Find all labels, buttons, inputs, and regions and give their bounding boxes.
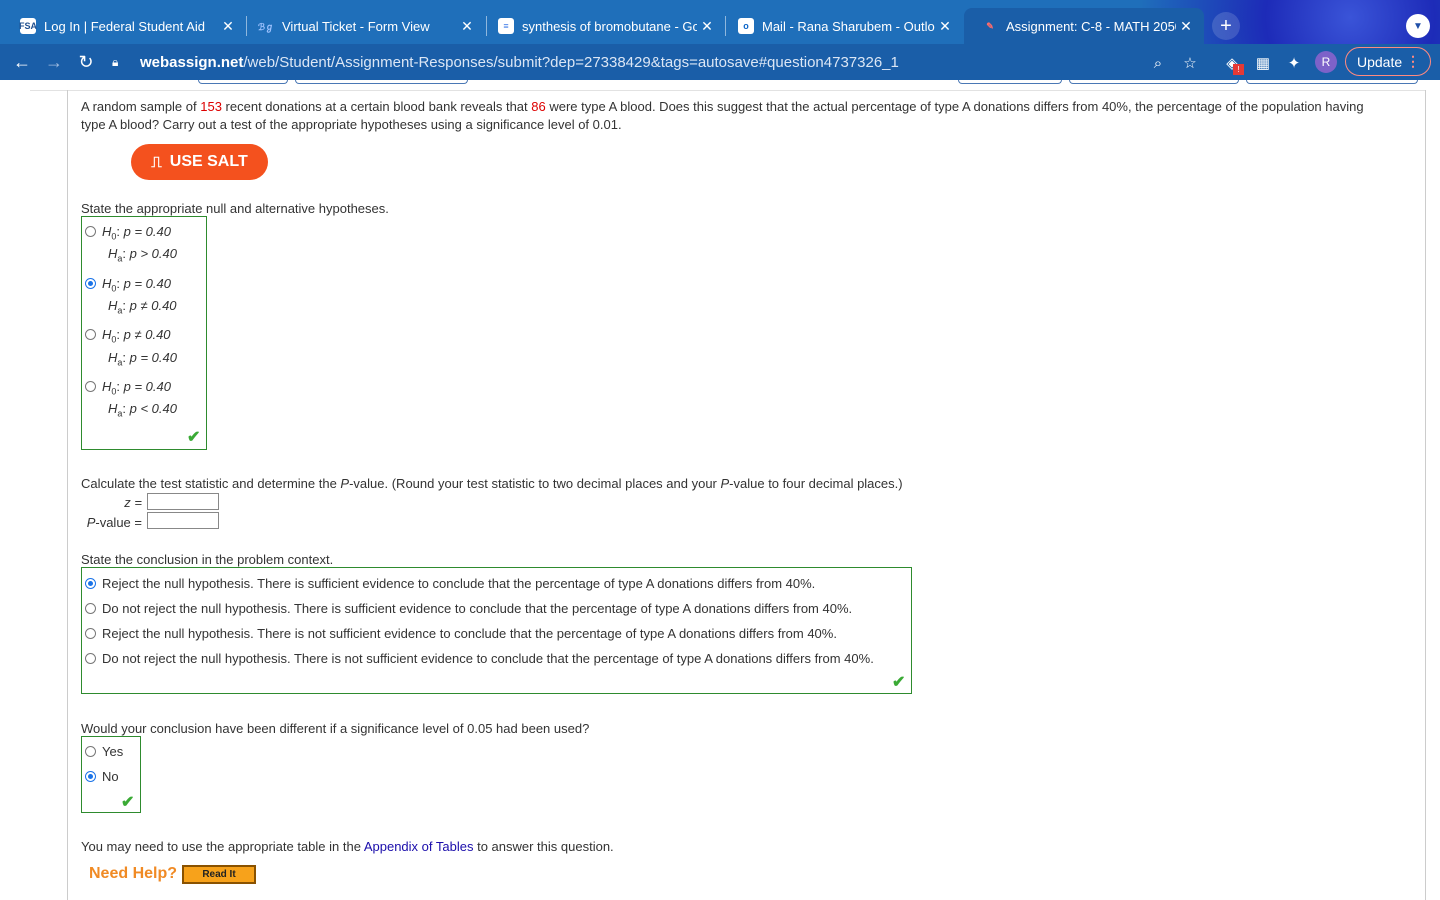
new-tab-button[interactable]: + [1212,12,1240,40]
close-tab-icon[interactable]: ✕ [935,18,955,35]
tab-title: Mail - Rana Sharubem - Outlo [762,18,935,34]
conclusion-option-1: Reject the null hypothesis. There is suf… [102,576,816,591]
back-arrow-icon[interactable]: ← [10,50,34,74]
zoom-icon[interactable]: ⌕ [1147,52,1169,74]
significance-answer-box: Yes No ✔ [81,736,141,813]
appendix-link[interactable]: Appendix of Tables [364,839,474,854]
content-frame [67,90,68,900]
sample-size: 153 [200,99,222,114]
conclusion-answer-box: Reject the null hypothesis. There is suf… [81,567,912,694]
forward-arrow-icon[interactable]: → [42,50,66,74]
alt-hypothesis-4: Ha: p < 0.40 [108,401,177,419]
form-favicon-icon: ℬℊ [257,21,275,32]
conclusion-radio-2[interactable] [85,603,96,614]
statistic-prompt: Calculate the test statistic and determi… [81,476,903,491]
p-value-input[interactable] [147,512,219,529]
correct-check-icon: ✔ [892,674,906,691]
null-hypothesis-4: H0: p = 0.40 [102,379,171,397]
tab-webassign-assignment[interactable]: ✎ Assignment: C-8 - MATH 2050 ✕ [964,8,1204,44]
null-hypothesis-1: H0: p = 0.40 [102,224,171,242]
appendix-note: You may need to use the appropriate tabl… [81,839,614,854]
update-label: Update [1357,53,1403,70]
yes-label: Yes [102,744,124,759]
nav-button-stub[interactable] [1069,80,1239,84]
conclusion-option-4: Do not reject the null hypothesis. There… [102,651,874,666]
use-salt-button[interactable]: ⎍ USE SALT [131,144,268,180]
nav-button-stub[interactable] [958,80,1062,84]
salt-graph-icon: ⎍ [151,153,162,171]
nav-button-stub[interactable] [295,80,468,84]
null-hypothesis-3: H0: p ≠ 0.40 [102,327,171,345]
alt-hypothesis-3: Ha: p = 0.40 [108,350,177,368]
z-label: z = [124,495,142,510]
alt-hypothesis-1: Ha: p > 0.40 [108,246,177,264]
alt-hypothesis-2: Ha: p ≠ 0.40 [108,298,177,316]
question-text: A random sample of 153 recent donations … [81,99,1364,132]
nav-button-stub[interactable] [198,80,288,84]
avatar[interactable]: R [1315,51,1337,73]
fsa-favicon-icon: FSA [19,18,37,34]
address-bar[interactable]: 🔒︎ webassign.net/web/Student/Assignment-… [112,48,1212,76]
tab-title: Virtual Ticket - Form View [282,18,430,34]
tab-outlook-mail[interactable]: o Mail - Rana Sharubem - Outlo ✕ [720,8,963,44]
url-host: webassign.net [140,53,244,71]
z-input[interactable] [147,493,219,510]
extension-badge: ! [1233,64,1244,75]
content-frame [1425,90,1426,900]
conclusion-radio-3[interactable] [85,628,96,639]
tab-title: synthesis of bromobutane - Go [522,18,697,34]
tab-title: Log In | Federal Student Aid [44,18,205,34]
correct-check-icon: ✔ [121,794,135,811]
hypothesis-radio-4[interactable] [85,381,96,392]
close-tab-icon[interactable]: ✕ [697,18,717,35]
null-hypothesis-2: H0: p = 0.40 [102,276,171,294]
browser-toolbar: ← → ↻ 🔒︎ webassign.net/web/Student/Assig… [0,44,1440,80]
correct-check-icon: ✔ [187,429,201,446]
url-path: /web/Student/Assignment-Responses/submit… [243,53,899,71]
no-label: No [102,769,119,784]
conclusion-radio-4[interactable] [85,653,96,664]
hypotheses-prompt: State the appropriate null and alternati… [81,201,389,216]
no-radio[interactable] [85,771,96,782]
bookmark-star-icon[interactable]: ☆ [1179,52,1201,74]
close-tab-icon[interactable]: ✕ [218,18,238,35]
hypothesis-radio-1[interactable] [85,226,96,237]
hypothesis-radio-2[interactable] [85,278,96,289]
tab-virtual-ticket[interactable]: ℬℊ Virtual Ticket - Form View ✕ [240,8,485,44]
tab-strip: FSA Log In | Federal Student Aid ✕ ℬℊ Vi… [0,0,1440,44]
outlook-favicon-icon: o [738,18,754,34]
hypotheses-answer-box: H0: p = 0.40 Ha: p > 0.40 H0: p = 0.40 H… [81,216,207,450]
conclusion-prompt: State the conclusion in the problem cont… [81,552,334,567]
conclusion-option-3: Reject the null hypothesis. There is not… [102,626,837,641]
need-help-label: Need Help? [89,865,178,882]
read-it-button[interactable]: Read It [182,865,256,884]
docs-favicon-icon: ≡ [498,18,514,34]
lock-icon: 🔒︎ [112,54,119,69]
menu-icon[interactable]: ⋮ [1406,53,1420,70]
yes-radio[interactable] [85,746,96,757]
hypothesis-radio-3[interactable] [85,329,96,340]
conclusion-option-2: Do not reject the null hypothesis. There… [102,601,853,616]
reload-icon[interactable]: ↻ [74,50,98,74]
update-button[interactable]: Update ⋮ [1345,47,1431,76]
extension-icon[interactable]: ▦ [1252,52,1274,74]
page-content: A random sample of 153 recent donations … [0,80,1440,900]
salt-label: USE SALT [169,153,248,170]
webassign-favicon-icon: ✎ [986,20,994,31]
extensions-puzzle-icon[interactable]: ✦ [1283,52,1305,74]
conclusion-radio-1[interactable] [85,578,96,589]
p-value-label: P-value = [86,515,142,530]
close-tab-icon[interactable]: ✕ [1176,18,1196,35]
content-frame [30,90,1426,91]
tab-search-icon[interactable]: ▼ [1406,14,1430,38]
significance-prompt: Would your conclusion have been differen… [81,721,590,736]
tab-title: Assignment: C-8 - MATH 2050 [1006,18,1176,34]
tab-google-docs[interactable]: ≡ synthesis of bromobutane - Go ✕ [480,8,725,44]
type-a-count: 86 [531,99,546,114]
tab-federal-student-aid[interactable]: FSA Log In | Federal Student Aid ✕ [2,8,246,44]
nav-button-stub[interactable] [1246,80,1418,84]
close-tab-icon[interactable]: ✕ [457,18,477,35]
